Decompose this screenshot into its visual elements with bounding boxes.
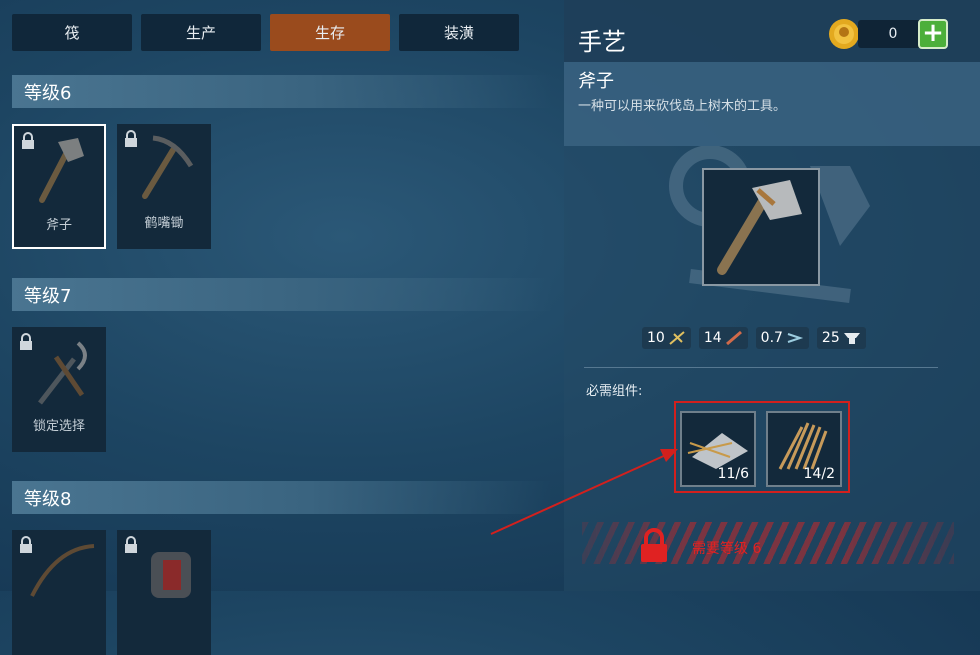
recipe-label: 鹤嘴锄 (144, 216, 184, 231)
stat-speed: 0.7 (755, 327, 809, 349)
lock-icon (641, 528, 667, 562)
hook-tool-icon (38, 341, 87, 405)
level-label: 等级7 (24, 285, 72, 307)
bow-icon (30, 544, 95, 597)
tab-raft[interactable]: 筏 (12, 14, 132, 51)
stat-value: 0.7 (760, 330, 783, 346)
requirement-count: 11/6 (717, 466, 749, 482)
level-label: 等级8 (24, 488, 72, 510)
level-label: 等级6 (24, 82, 72, 104)
recipe-card-lock-pick[interactable]: 锁定选择 (12, 327, 106, 452)
speed-icon (787, 333, 804, 343)
divider (584, 367, 938, 368)
required-components-highlight: 11/6 14/2 (674, 401, 850, 493)
panel-title: 手艺 (578, 28, 626, 56)
tab-production[interactable]: 生产 (141, 14, 261, 51)
recipe-card-bow[interactable] (12, 530, 106, 655)
requirement-straw[interactable]: 14/2 (766, 411, 842, 487)
item-stats: 10 14 0.7 25 (642, 327, 866, 349)
item-name: 斧子 (578, 71, 614, 92)
item-description-box: 斧子 一种可以用来砍伐岛上树木的工具。 (564, 62, 980, 146)
damage-icon (725, 330, 742, 346)
panel-header: 手艺 0 + (564, 0, 980, 62)
coin-counter: 0 + (826, 19, 952, 49)
stat-damage: 14 (698, 327, 748, 349)
pickaxe-icon (142, 135, 194, 199)
recipe-card-armor[interactable] (117, 530, 211, 655)
tab-survival[interactable]: 生存 (270, 14, 390, 51)
scrap-bundle-icon (687, 433, 748, 469)
recipe-card-pickaxe[interactable]: 鹤嘴锄 (117, 124, 211, 249)
stat-value: 14 (703, 330, 722, 346)
recipe-label: 锁定选择 (32, 419, 85, 434)
item-preview (702, 168, 820, 286)
recipe-card-axe[interactable]: 斧子 (12, 124, 106, 249)
recipe-label: 斧子 (45, 218, 72, 233)
tab-decoration[interactable]: 装潢 (399, 14, 519, 51)
axe-icon (39, 138, 84, 203)
durability-icon (669, 331, 685, 345)
anvil-icon (843, 333, 860, 344)
requirement-scrap[interactable]: 11/6 (680, 411, 756, 487)
crafting-panel: 手艺 0 + 斧子 一种可以用来砍伐岛上树木的工具。 10 14 0.7 25 … (564, 0, 980, 591)
add-coins-button[interactable]: + (918, 19, 948, 49)
straw-bundle-icon (778, 422, 828, 470)
stat-value: 25 (821, 330, 840, 346)
required-components-label: 必需组件: (586, 384, 643, 399)
level-header-8: 等级8 (12, 481, 552, 514)
level-header-7: 等级7 (12, 278, 552, 311)
requirement-count: 14/2 (803, 466, 835, 482)
stat-anvil: 25 (816, 327, 866, 349)
item-description: 一种可以用来砍伐岛上树木的工具。 (578, 99, 787, 114)
gold-coin-icon (829, 19, 859, 49)
armor-icon (151, 552, 191, 598)
level-required-text: 需要等级 6 (692, 541, 762, 557)
level-header-6: 等级6 (12, 75, 552, 108)
category-tabs: 筏 生产 生存 装潢 (12, 14, 519, 51)
axe-icon (717, 180, 802, 275)
stat-durability: 10 (642, 327, 691, 349)
stat-value: 10 (647, 330, 665, 346)
